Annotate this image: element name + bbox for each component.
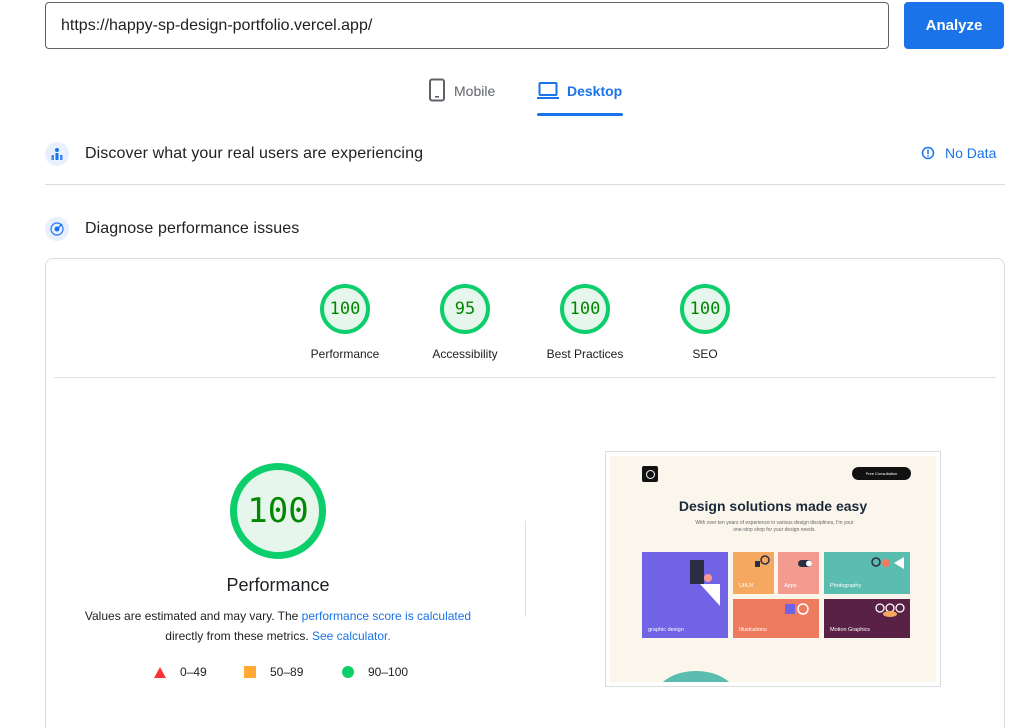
gauge-label: Accessibility xyxy=(432,347,498,361)
gauge-accessibility[interactable]: 95 Accessibility xyxy=(415,284,515,361)
consultation-button: Free Consultation xyxy=(852,467,911,480)
triangle-icon xyxy=(154,666,166,678)
section-divider xyxy=(45,184,1005,185)
field-data-title: Discover what your real users are experi… xyxy=(85,145,424,162)
tab-mobile-label: Mobile xyxy=(454,83,496,99)
gauge-score: 100 xyxy=(680,284,730,334)
site-logo xyxy=(642,466,658,482)
gauge-label: SEO xyxy=(692,347,718,361)
site-headline: Design solutions made easy xyxy=(678,498,868,514)
no-data-link[interactable]: No Data xyxy=(921,145,996,161)
report-card: 100 Performance 95 Accessibility 100 Bes… xyxy=(45,258,1005,728)
url-input[interactable] xyxy=(45,2,889,49)
abstract-shapes-icon xyxy=(798,560,812,567)
smartphone-icon xyxy=(429,78,445,102)
gauge-label: Performance xyxy=(310,347,380,361)
score-calculated-link[interactable]: performance score is calculated xyxy=(302,609,471,623)
tab-desktop[interactable]: Desktop xyxy=(537,78,622,116)
tile-illustrations: Illustrations xyxy=(733,599,819,638)
info-icon xyxy=(921,146,935,160)
tile-photography: Photography xyxy=(824,552,910,594)
performance-description: Values are estimated and may vary. The p… xyxy=(84,609,472,643)
abstract-shapes-icon xyxy=(871,557,904,569)
legend-fail: 0–49 xyxy=(154,665,207,679)
tile-ui-ux: UI/UX xyxy=(733,552,774,594)
square-icon xyxy=(244,666,256,678)
abstract-shapes-icon xyxy=(785,603,809,615)
abstract-shapes-icon xyxy=(690,560,720,606)
active-tab-indicator xyxy=(537,113,623,116)
legend-average: 50–89 xyxy=(244,665,303,679)
gauge-score: 100 xyxy=(560,284,610,334)
tab-desktop-label: Desktop xyxy=(567,83,623,99)
tile-graphic-design: graphic design xyxy=(642,552,728,638)
diagnose-icon xyxy=(45,217,69,241)
decorative-blob xyxy=(656,671,736,682)
gauge-label: Best Practices xyxy=(546,347,624,361)
see-calculator-link[interactable]: See calculator. xyxy=(312,629,391,643)
laptop-icon xyxy=(537,82,559,99)
gauge-seo[interactable]: 100 SEO xyxy=(655,284,755,361)
gauges-divider xyxy=(54,377,996,378)
performance-title: Performance xyxy=(226,575,330,595)
page-screenshot-thumbnail: Free Consultation Design solutions made … xyxy=(605,451,941,687)
users-icon xyxy=(45,142,69,166)
gauge-best-practices[interactable]: 100 Best Practices xyxy=(535,284,635,361)
tile-apps: Apps xyxy=(778,552,819,594)
analyze-button[interactable]: Analyze xyxy=(904,2,1004,49)
performance-score-gauge: 100 xyxy=(230,463,326,559)
abstract-shapes-icon xyxy=(875,603,905,617)
field-data-section: Discover what your real users are experi… xyxy=(45,142,423,166)
circle-icon xyxy=(342,666,354,678)
vertical-divider xyxy=(525,521,526,617)
site-subtext: With over ten years of experience in var… xyxy=(695,520,854,533)
gauge-score: 95 xyxy=(440,284,490,334)
abstract-shapes-icon xyxy=(755,555,770,567)
no-data-label: No Data xyxy=(945,145,997,161)
gauge-performance[interactable]: 100 Performance xyxy=(295,284,395,361)
legend-pass: 90–100 xyxy=(342,665,408,679)
lab-data-section: Diagnose performance issues xyxy=(45,217,299,241)
gauge-score: 100 xyxy=(320,284,370,334)
lab-data-title: Diagnose performance issues xyxy=(85,220,300,237)
pagespeed-report: Analyze Mobile Desktop Discover what you… xyxy=(0,0,1032,728)
tab-mobile[interactable]: Mobile xyxy=(428,78,495,116)
tile-motion-graphics: Motion Graphics xyxy=(824,599,910,638)
